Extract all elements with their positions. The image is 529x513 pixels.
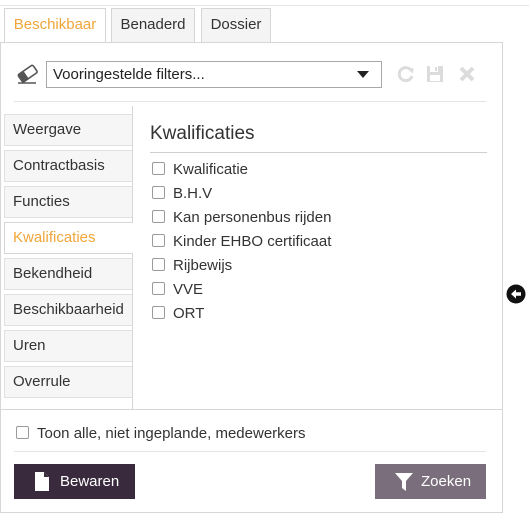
sidebar-item-bekendheid[interactable]: Bekendheid (4, 258, 132, 290)
sidebar-item-weergave[interactable]: Weergave (4, 114, 132, 146)
close-icon[interactable] (457, 64, 477, 84)
sidebar-item-uren[interactable]: Uren (4, 330, 132, 362)
save-icon[interactable] (425, 64, 445, 84)
divider (14, 451, 486, 452)
sidebar-item-overrule[interactable]: Overrule (4, 366, 132, 398)
checkbox[interactable] (152, 257, 165, 271)
eraser-icon[interactable] (16, 63, 40, 85)
option-label: Kinder EHBO certificaat (173, 233, 332, 250)
chevron-down-icon (357, 71, 369, 78)
option-rijbewijs[interactable]: Rijbewijs (152, 256, 232, 276)
option-label: Kwalificatie (173, 161, 249, 178)
save-button-label: Bewaren (60, 473, 120, 490)
sidebar-border (132, 106, 133, 409)
divider (0, 409, 503, 410)
refresh-icon[interactable] (396, 64, 416, 84)
save-button[interactable]: Bewaren (14, 464, 135, 499)
filter-icon (395, 473, 413, 491)
sidebar-item-functies[interactable]: Functies (4, 186, 132, 218)
preset-filter-select[interactable]: Vooringestelde filters... (46, 61, 382, 88)
file-icon (35, 472, 49, 491)
option-vve[interactable]: VVE (152, 280, 203, 300)
tab-benaderd[interactable]: Benaderd (111, 8, 195, 42)
checkbox[interactable] (16, 425, 29, 439)
section-title: Kwalificaties (150, 123, 255, 144)
option-label: ORT (173, 305, 205, 322)
sidebar-item-contractbasis[interactable]: Contractbasis (4, 150, 132, 182)
checkbox[interactable] (152, 281, 165, 295)
tab-dossier[interactable]: Dossier (201, 8, 271, 42)
option-bhv[interactable]: B.H.V (152, 184, 212, 204)
option-personenbus[interactable]: Kan personenbus rijden (152, 208, 331, 228)
option-label: Rijbewijs (173, 257, 233, 274)
tab-beschikbaar[interactable]: Beschikbaar (4, 8, 106, 43)
option-label: B.H.V (173, 185, 213, 202)
option-kwalificatie[interactable]: Kwalificatie (152, 160, 248, 180)
checkbox[interactable] (152, 209, 165, 223)
sidebar-item-beschikbaarheid[interactable]: Beschikbaarheid (4, 294, 132, 326)
preset-filter-value: Vooringestelde filters... (53, 66, 205, 83)
option-label: Kan personenbus rijden (173, 209, 332, 226)
divider (14, 101, 486, 102)
option-kinder-ehbo[interactable]: Kinder EHBO certificaat (152, 232, 331, 252)
checkbox[interactable] (152, 233, 165, 247)
top-strip (0, 0, 529, 6)
show-all-checkbox-row[interactable]: Toon alle, niet ingeplande, medewerkers (16, 424, 306, 444)
checkbox[interactable] (152, 305, 165, 319)
option-ort[interactable]: ORT (152, 304, 204, 324)
checkbox[interactable] (152, 161, 165, 175)
divider (150, 152, 487, 153)
checkbox[interactable] (152, 185, 165, 199)
search-button[interactable]: Zoeken (375, 464, 486, 499)
search-button-label: Zoeken (421, 473, 472, 490)
collapse-panel-icon[interactable] (506, 284, 526, 304)
sidebar-item-kwalificaties[interactable]: Kwalificaties (4, 222, 133, 254)
show-all-label: Toon alle, niet ingeplande, medewerkers (37, 425, 306, 442)
option-label: VVE (173, 281, 204, 298)
